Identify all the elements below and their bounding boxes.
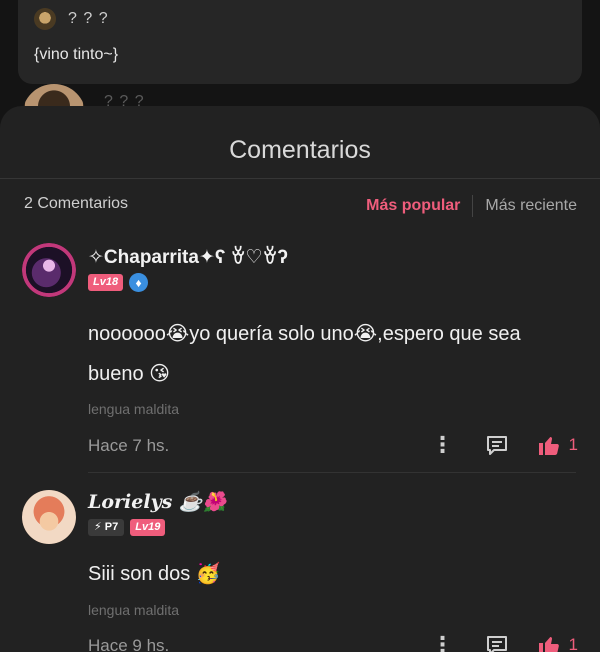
level-badge: Lv19 (130, 519, 166, 536)
points-badge: ⚡ P7 (88, 519, 125, 536)
sort-options: Más popular Más reciente (366, 195, 577, 217)
chat-message-card: ? ? ? {vino tinto~} (18, 0, 582, 84)
divider (0, 178, 600, 179)
comment-username[interactable]: Lorielys ☕🌺 (88, 490, 226, 513)
comment-body: Siii son dos 🥳 (88, 554, 578, 594)
message-username: ? ? ? (68, 10, 109, 27)
avatar[interactable] (22, 490, 76, 544)
more-options-icon[interactable]: ⋮ (431, 434, 455, 456)
comment-body-line: bueno 😘 (88, 363, 171, 385)
divider (88, 472, 576, 473)
comment-username[interactable]: ✧Chaparrita✦ʕ ꈊ♡ꈊʔ (88, 243, 288, 269)
like-button[interactable]: 1 (537, 633, 578, 652)
comment-count: 2 Comentarios (24, 195, 129, 212)
user-badges: ⚡ P7 Lv19 (88, 519, 166, 536)
thumbs-up-icon (538, 437, 559, 455)
comment-actions: ⋮ 1 (431, 633, 578, 652)
sort-recent-tab[interactable]: Más reciente (485, 197, 577, 215)
comment-time: Hace 7 hs. (88, 436, 170, 455)
more-options-icon[interactable]: ⋮ (431, 634, 455, 652)
avatar[interactable] (34, 8, 56, 30)
comment-signature: lengua maldita (88, 401, 180, 417)
reply-icon[interactable] (485, 633, 509, 652)
message-text: {vino tinto~} (34, 46, 119, 63)
like-button[interactable]: 1 (537, 433, 578, 457)
like-count: 1 (568, 635, 578, 652)
user-badges: Lv18 ♦ (88, 273, 149, 292)
thumbs-up-icon (538, 637, 559, 652)
sort-popular-tab[interactable]: Más popular (366, 197, 460, 215)
comment-body: noooooo😭yo quería solo uno😭,espero que s… (88, 314, 578, 394)
comment-body-line: Siii son dos 🥳 (88, 563, 221, 585)
reply-icon[interactable] (485, 433, 509, 457)
comment-actions: ⋮ 1 (431, 433, 578, 457)
sheet-title: Comentarios (229, 136, 371, 164)
comments-sheet: Comentarios 2 Comentarios Más popular Má… (0, 106, 600, 652)
comment-signature: lengua maldita (88, 602, 180, 618)
comment-time: Hace 9 hs. (88, 636, 170, 652)
comment-body-line: noooooo😭yo quería solo uno😭,espero que s… (88, 323, 521, 345)
ethereum-icon: ♦ (129, 273, 149, 292)
like-count: 1 (568, 435, 578, 454)
level-badge: Lv18 (88, 274, 124, 291)
divider (472, 195, 474, 217)
avatar[interactable] (22, 243, 76, 297)
